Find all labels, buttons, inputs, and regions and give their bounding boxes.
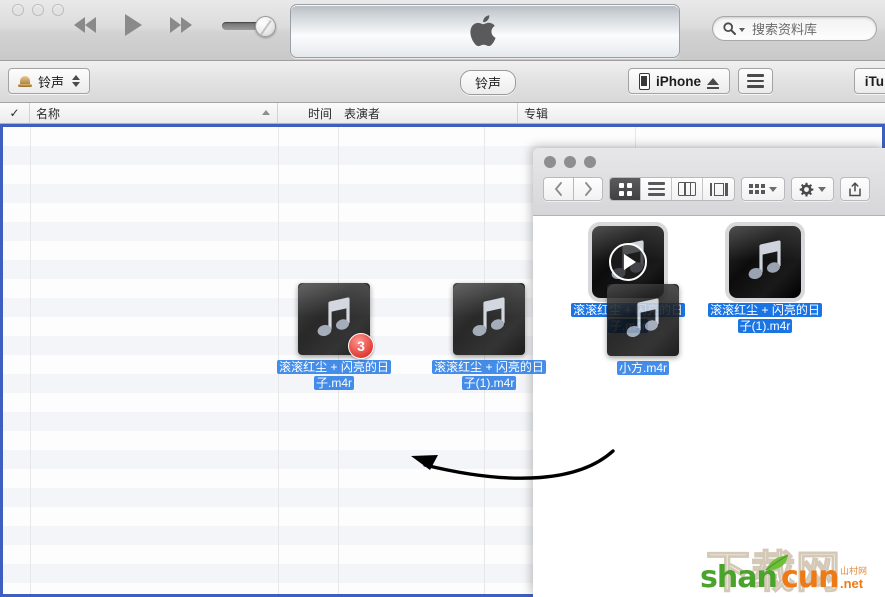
drag-ghost-label: 滚滚红尘 + 闪亮的日 子.m4r [275,359,393,391]
watermark: 下载网 shan cun 山村网 .net [688,536,880,594]
zoom-button[interactable] [52,4,64,16]
list-icon [648,182,665,196]
finder-file-item-dragging[interactable]: 小方.m4r [584,284,702,376]
tab-ringtones[interactable]: 铃声 [460,70,516,95]
drag-ghost-label: 滚滚红尘 + 闪亮的日 子(1).m4r [430,359,548,391]
forward-button[interactable] [573,177,603,201]
rewind-icon [74,17,96,33]
play-button[interactable] [116,12,150,38]
hamburger-icon [747,74,764,88]
drag-count-badge: 3 [348,333,374,359]
iphone-icon [639,73,650,90]
device-label: iPhone [656,74,701,89]
audio-file-icon[interactable] [729,226,801,298]
share-button[interactable] [840,177,870,201]
fast-forward-button[interactable] [164,12,198,38]
finder-close-button[interactable] [544,156,556,168]
grid-icon [619,183,632,196]
finder-window: 滚滚红尘 + 闪亮的日 子.m4r 滚滚红尘 + 闪亮的日 [533,148,885,597]
tab-ringtones-label: 铃声 [475,76,501,91]
screen: 搜索资料库 铃声 iPhone [0,0,885,597]
chevron-left-icon [554,182,563,196]
music-note-icon [745,240,785,284]
device-button[interactable]: iPhone [628,68,730,94]
column-header-time[interactable]: 时间 [278,103,338,123]
audio-file-icon[interactable]: 3 [298,283,370,355]
chevron-down-icon [818,187,826,192]
action-button[interactable] [791,177,834,201]
watermark-suffix: .net [840,576,863,591]
chevron-right-icon [584,182,593,196]
bell-icon [18,75,32,88]
drag-ghost-item[interactable]: 滚滚红尘 + 闪亮的日 子(1).m4r [430,283,548,391]
finder-nav-segment[interactable] [543,177,603,201]
finder-minimize-button[interactable] [564,156,576,168]
itunes-secondary-toolbar: 铃声 iPhone iTu [0,61,885,103]
finder-file-label: 滚滚红尘 + 闪亮的日 子(1).m4r [706,302,824,334]
coverflow-icon [710,183,728,196]
itunes-store-button[interactable]: iTu [854,68,885,94]
itunes-window-controls[interactable] [12,4,64,16]
music-note-icon [314,297,354,341]
arrange-icon [749,184,765,194]
column-header-album[interactable]: 专辑 [518,103,828,123]
play-icon [125,14,142,36]
music-note-icon [469,297,509,341]
finder-file-item[interactable]: 滚滚红尘 + 闪亮的日 子(1).m4r [706,226,824,334]
audio-file-icon[interactable] [607,284,679,356]
watermark-brand-orange: cun [781,560,839,595]
columns-icon [678,182,696,196]
column-headers: ✓ 名称 时间 表演者 专辑 [0,103,885,124]
back-button[interactable] [543,177,573,201]
search-placeholder: 搜索资料库 [752,19,817,38]
list-menu-button[interactable] [738,68,773,94]
list-view-button[interactable] [641,178,672,200]
close-button[interactable] [12,4,24,16]
chevron-updown-icon[interactable] [72,75,80,87]
finder-toolbar [543,177,870,201]
finder-zoom-button[interactable] [584,156,596,168]
sort-ascending-icon [262,110,270,115]
column-header-name[interactable]: 名称 [30,103,278,123]
itunes-store-label: iTu [865,74,884,89]
search-scope-chevron-icon[interactable] [739,28,745,32]
watermark-brand-green: shan [700,560,777,595]
view-mode-segment[interactable] [609,177,735,201]
minimize-button[interactable] [32,4,44,16]
rewind-button[interactable] [68,12,102,38]
drag-ghost-item[interactable]: 3 滚滚红尘 + 闪亮的日 子.m4r [275,283,393,391]
icon-view-button[interactable] [610,178,641,200]
transport-controls[interactable] [68,12,198,38]
coverflow-view-button[interactable] [703,178,734,200]
chevron-down-icon [769,187,777,192]
apple-logo-icon [470,14,500,49]
media-kind-label: 铃声 [38,72,64,91]
finder-file-label: 小方.m4r [584,360,702,376]
column-header-check[interactable]: ✓ [0,103,30,123]
play-overlay-icon[interactable] [609,243,647,281]
fast-forward-icon [170,17,192,33]
search-field[interactable]: 搜索资料库 [712,16,877,41]
column-view-button[interactable] [672,178,703,200]
media-kind-selector[interactable]: 铃声 [8,68,90,94]
finder-titlebar [533,148,885,216]
search-icon [723,22,736,35]
volume-slider-knob[interactable] [255,16,276,37]
itunes-status-display [290,4,680,58]
gear-icon [799,182,814,197]
finder-window-controls[interactable] [544,156,596,168]
music-note-icon [623,298,663,342]
eject-icon[interactable] [707,78,719,85]
itunes-titlebar: 搜索资料库 [0,0,885,61]
audio-file-icon[interactable] [453,283,525,355]
share-icon [848,182,862,197]
arrange-button[interactable] [741,177,785,201]
column-header-artist[interactable]: 表演者 [338,103,518,123]
